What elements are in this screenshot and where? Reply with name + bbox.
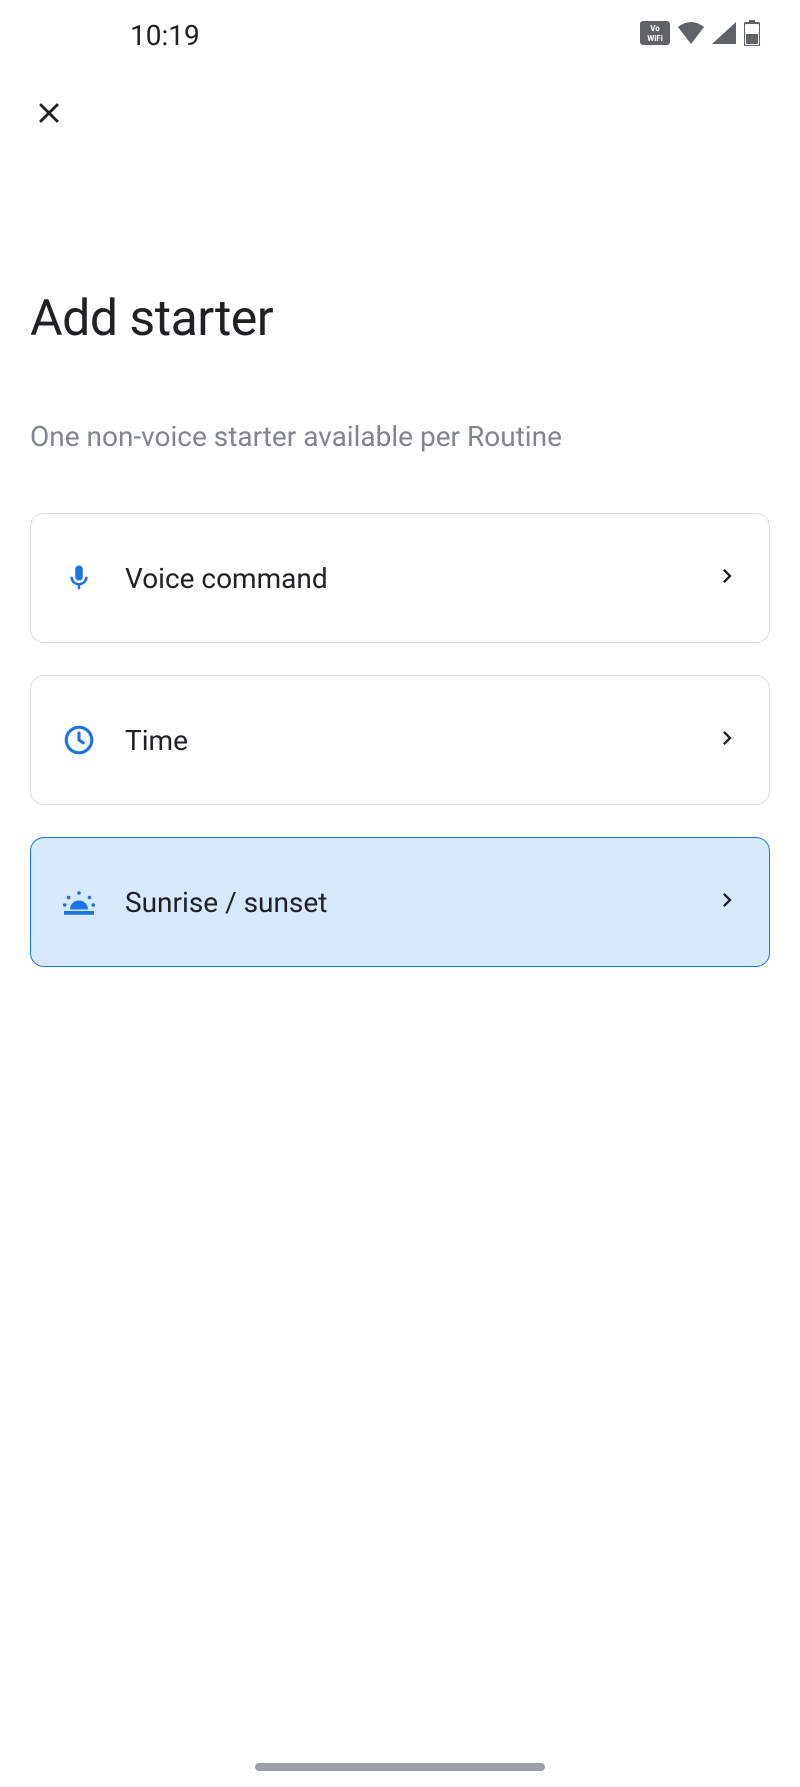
- clock-icon: [61, 722, 97, 758]
- page-subtitle: One non-voice starter available per Rout…: [30, 420, 800, 453]
- chevron-right-icon: [713, 886, 741, 918]
- signal-icon: [712, 22, 736, 48]
- status-icons: VoWiFi: [640, 20, 760, 50]
- close-icon: [32, 96, 66, 133]
- status-time: 10:19: [130, 19, 200, 52]
- option-sunrise-sunset[interactable]: Sunrise / sunset: [30, 837, 770, 967]
- option-label: Voice command: [125, 562, 713, 595]
- close-button[interactable]: [25, 90, 73, 138]
- sunrise-icon: [61, 884, 97, 920]
- option-label: Sunrise / sunset: [125, 886, 713, 919]
- option-label: Time: [125, 724, 713, 757]
- options-list: Voice command Time Sunrise / sunset: [0, 513, 800, 967]
- option-time[interactable]: Time: [30, 675, 770, 805]
- mic-icon: [61, 560, 97, 596]
- navigation-handle[interactable]: [255, 1763, 545, 1771]
- svg-text:Vo: Vo: [650, 24, 660, 33]
- option-voice-command[interactable]: Voice command: [30, 513, 770, 643]
- page-title: Add starter: [30, 290, 800, 348]
- status-bar: 10:19 VoWiFi: [0, 0, 800, 70]
- wifi-icon: [678, 22, 704, 48]
- chevron-right-icon: [713, 562, 741, 594]
- svg-text:WiFi: WiFi: [647, 34, 663, 43]
- chevron-right-icon: [713, 724, 741, 756]
- battery-icon: [744, 20, 760, 50]
- vowifi-icon: VoWiFi: [640, 21, 670, 49]
